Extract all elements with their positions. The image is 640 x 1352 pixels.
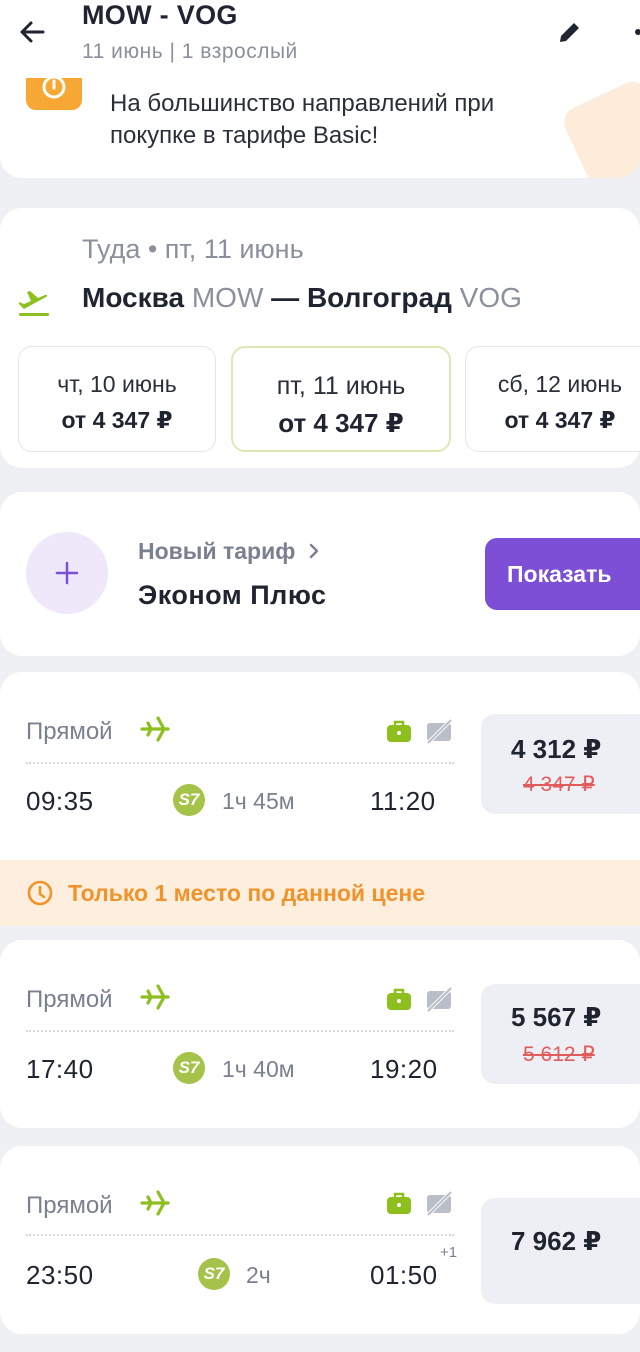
date-chip-date: сб, 12 июнь	[497, 371, 623, 397]
divider	[26, 1030, 454, 1032]
destination-code: VOG	[459, 282, 522, 313]
date-chip-price: от 4 347 ₽	[504, 407, 616, 433]
search-summary: 11 июнь | 1 взрослый	[82, 40, 298, 63]
origin-code: MOW	[191, 282, 264, 313]
arrival-time: 01:50	[370, 1260, 438, 1290]
tariff-link[interactable]: Новый тариф	[138, 538, 320, 565]
no-baggage-icon	[424, 984, 454, 1014]
flight-duration: 1ч 40м	[222, 1056, 295, 1082]
pencil-icon[interactable]	[552, 14, 588, 50]
flight-duration: 1ч 45м	[222, 788, 295, 814]
route-line: Москва MOW — Волгоград VOG	[82, 282, 522, 314]
price-box[interactable]: 7 962 ₽	[481, 1198, 640, 1304]
flight-type: Прямой	[26, 986, 113, 1013]
back-arrow-icon[interactable]	[14, 14, 50, 50]
tariff-label: Новый тариф	[138, 538, 296, 564]
origin-city: Москва	[82, 282, 185, 313]
airline-logo: S7	[198, 1258, 230, 1290]
flight-card[interactable]: Прямой 17:40 S7 1ч 40м 19:20 5 567 ₽ 5 6…	[0, 940, 640, 1128]
date-chip[interactable]: сб, 12 июнь от 4 347 ₽	[465, 346, 640, 452]
price-box[interactable]: 5 567 ₽ 5 612 ₽	[481, 984, 640, 1084]
departure-time: 17:40	[26, 1054, 94, 1084]
date-chip-selected[interactable]: пт, 11 июнь от 4 347 ₽	[231, 346, 451, 452]
date-chip-date: пт, 11 июнь	[276, 372, 406, 400]
old-price: 4 347 ₽	[523, 773, 595, 796]
arrival-time: 19:20	[370, 1054, 438, 1084]
departure-time: 09:35	[26, 786, 94, 816]
date-chip[interactable]: чт, 10 июнь от 4 347 ₽	[18, 346, 216, 452]
promo-text: На большинство направлений при покупке в…	[110, 90, 495, 149]
airline-logo: S7	[173, 1052, 205, 1084]
more-icon[interactable]	[624, 20, 640, 50]
warning-text: Только 1 место по данной цене	[68, 879, 426, 906]
airline-logo: S7	[173, 784, 205, 816]
flight-card[interactable]: Прямой 23:50 S7 2ч 01:50 +1 7 962 ₽	[0, 1146, 640, 1334]
app-header: MOW - VOG 11 июнь | 1 взрослый	[0, 0, 640, 78]
show-tariff-button[interactable]: Показать	[485, 538, 640, 610]
tariff-name: Эконом Плюс	[138, 580, 327, 610]
plane-icon	[138, 980, 172, 1014]
divider	[26, 1234, 454, 1236]
old-price: 5 612 ₽	[523, 1043, 595, 1066]
plane-icon	[138, 1186, 172, 1220]
chevron-right-icon	[308, 538, 320, 564]
date-chip-price: от 4 347 ₽	[61, 407, 173, 433]
flight-type: Прямой	[26, 1192, 113, 1219]
plane-icon	[138, 712, 172, 746]
tariff-card: Новый тариф Эконом Плюс Показать	[0, 492, 640, 656]
price-box[interactable]: 4 312 ₽ 4 347 ₽	[481, 714, 640, 814]
date-chip-price: от 4 347 ₽	[278, 408, 404, 438]
no-baggage-icon	[424, 716, 454, 746]
route-separator: —	[271, 282, 300, 313]
flight-duration: 2ч	[246, 1262, 271, 1288]
direction-date: Туда • пт, 11 июнь	[82, 234, 304, 264]
cabin-bag-icon	[384, 716, 414, 746]
cabin-bag-icon	[384, 984, 414, 1014]
flight-card[interactable]: Прямой 09:35 S7 1ч 45м 11:20 4 312 ₽ 4 3…	[0, 672, 640, 860]
divider	[26, 762, 454, 764]
plus-icon	[26, 532, 108, 614]
price: 7 962 ₽	[511, 1226, 602, 1256]
flight-type: Прямой	[26, 718, 113, 745]
availability-warning: Только 1 место по данной цене	[0, 860, 640, 926]
destination-city: Волгоград	[306, 282, 452, 313]
no-baggage-icon	[424, 1188, 454, 1218]
departure-time: 23:50	[26, 1260, 94, 1290]
date-chip-date: чт, 10 июнь	[57, 371, 177, 397]
price: 4 312 ₽	[511, 734, 602, 764]
price: 5 567 ₽	[511, 1002, 602, 1032]
page-title: MOW - VOG	[82, 0, 238, 30]
cabin-bag-icon	[384, 1188, 414, 1218]
arrival-time: 11:20	[370, 786, 436, 816]
next-day-indicator: +1	[440, 1244, 458, 1261]
takeoff-icon	[16, 282, 52, 318]
route-card: Туда • пт, 11 июнь Москва MOW — Волгогра…	[0, 208, 640, 468]
clock-icon	[26, 879, 54, 907]
